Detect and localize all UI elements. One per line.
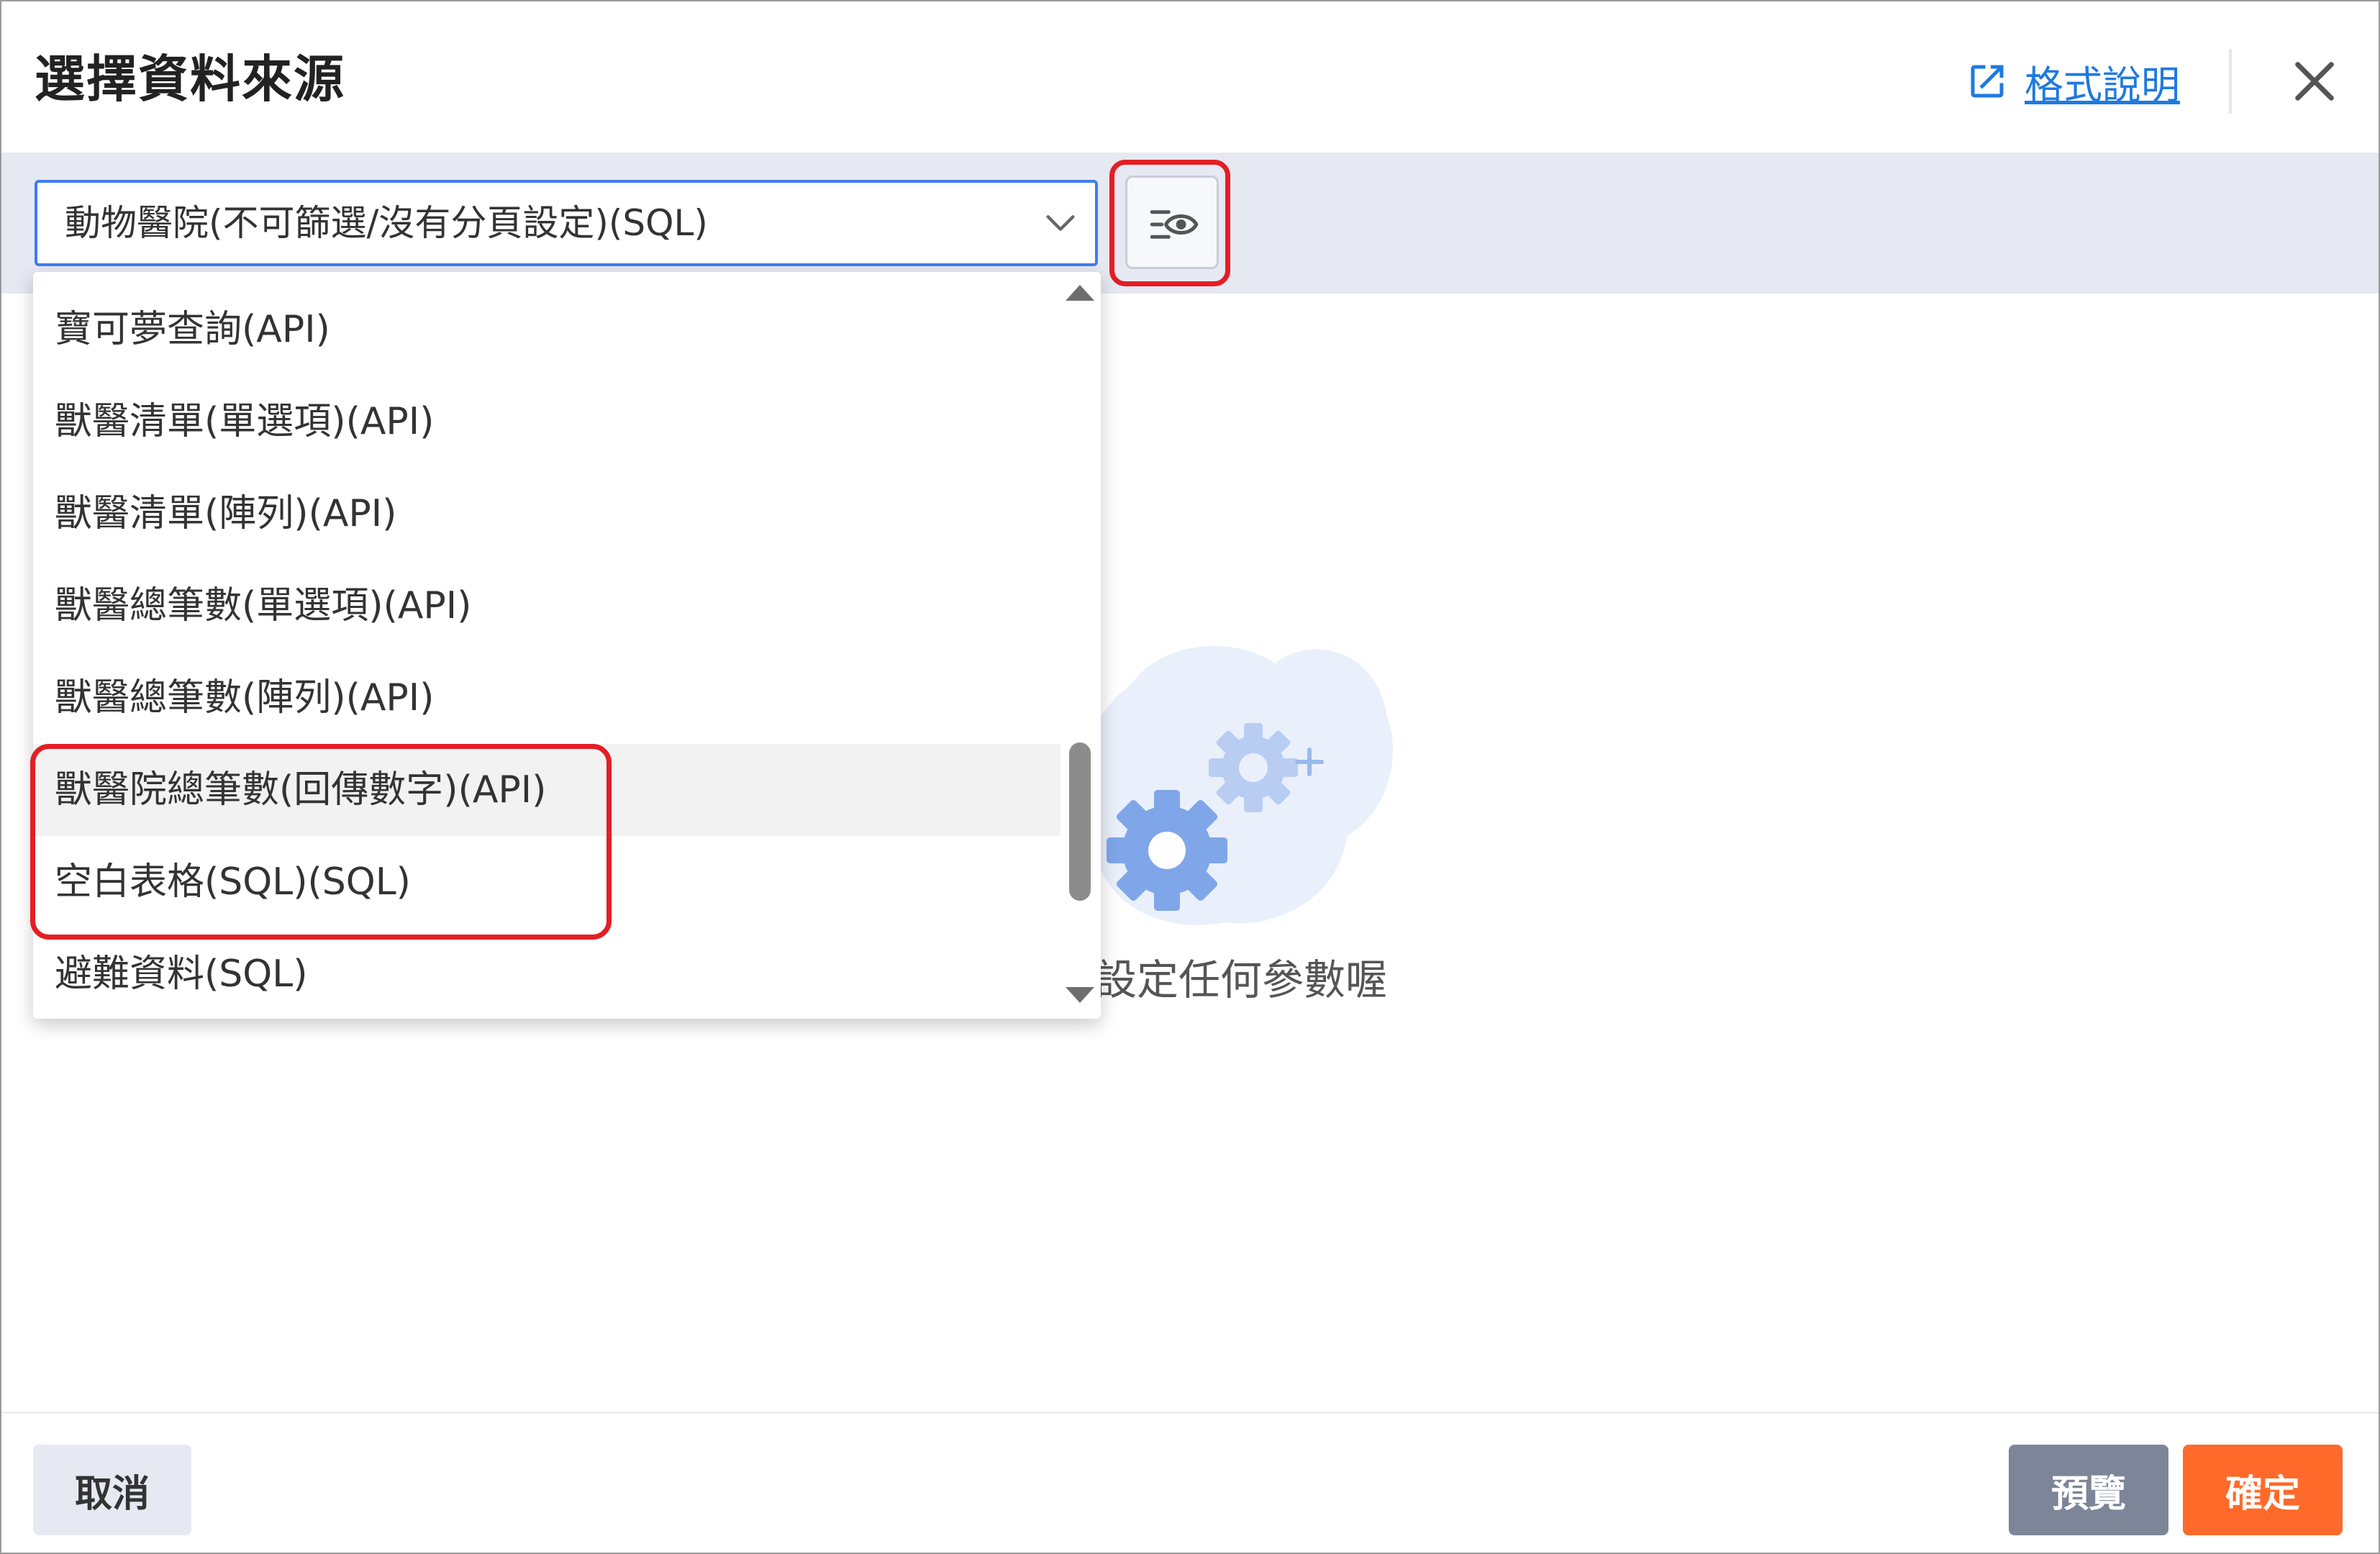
chevron-down-icon xyxy=(1046,215,1075,231)
dropdown-option[interactable]: 寶可夢查詢(API) xyxy=(33,283,1060,376)
dialog-header: 選擇資料來源 格式說明 xyxy=(1,1,2379,153)
dropdown-option[interactable]: 獸醫總筆數(單選項)(API) xyxy=(33,560,1060,652)
external-link-icon xyxy=(1971,65,2004,98)
highlight-preview-button-annotation xyxy=(1109,160,1230,286)
highlight-options-annotation xyxy=(30,744,612,940)
dialog-title: 選擇資料來源 xyxy=(35,50,345,109)
scroll-up-arrow-icon[interactable] xyxy=(1062,282,1098,304)
format-help-label: 格式說明 xyxy=(2025,62,2180,108)
close-icon[interactable] xyxy=(2289,56,2340,106)
header-divider xyxy=(2229,49,2232,114)
cancel-button[interactable]: 取消 xyxy=(33,1445,191,1535)
dropdown-scrollbar-thumb[interactable] xyxy=(1069,742,1091,901)
dropdown-option[interactable]: 獸醫清單(陣列)(API) xyxy=(33,468,1060,560)
preview-button[interactable]: 預覽 xyxy=(2009,1445,2168,1535)
gears-icon xyxy=(1080,646,1393,925)
confirm-button[interactable]: 確定 xyxy=(2183,1445,2343,1535)
empty-state-message: 設定任何參數喔 xyxy=(1095,955,1388,1004)
select-data-source-dialog: 選擇資料來源 格式說明 動物醫院(不可篩選/沒有分頁設定)(SQL) 設定任何參… xyxy=(0,0,2380,1554)
scroll-down-arrow-icon[interactable] xyxy=(1062,984,1098,1006)
footer-divider xyxy=(1,1412,2379,1414)
dropdown-option[interactable]: 獸醫清單(單選項)(API) xyxy=(33,376,1060,468)
format-help-link[interactable]: 格式說明 xyxy=(1966,49,2180,114)
dropdown-option[interactable]: 獸醫總筆數(陣列)(API) xyxy=(33,652,1060,744)
data-source-select-value: 動物醫院(不可篩選/沒有分頁設定)(SQL) xyxy=(65,202,708,244)
dropdown-option[interactable]: 避難資料(SQL) xyxy=(33,928,1060,1019)
data-source-select[interactable]: 動物醫院(不可篩選/沒有分頁設定)(SQL) xyxy=(35,180,1098,266)
